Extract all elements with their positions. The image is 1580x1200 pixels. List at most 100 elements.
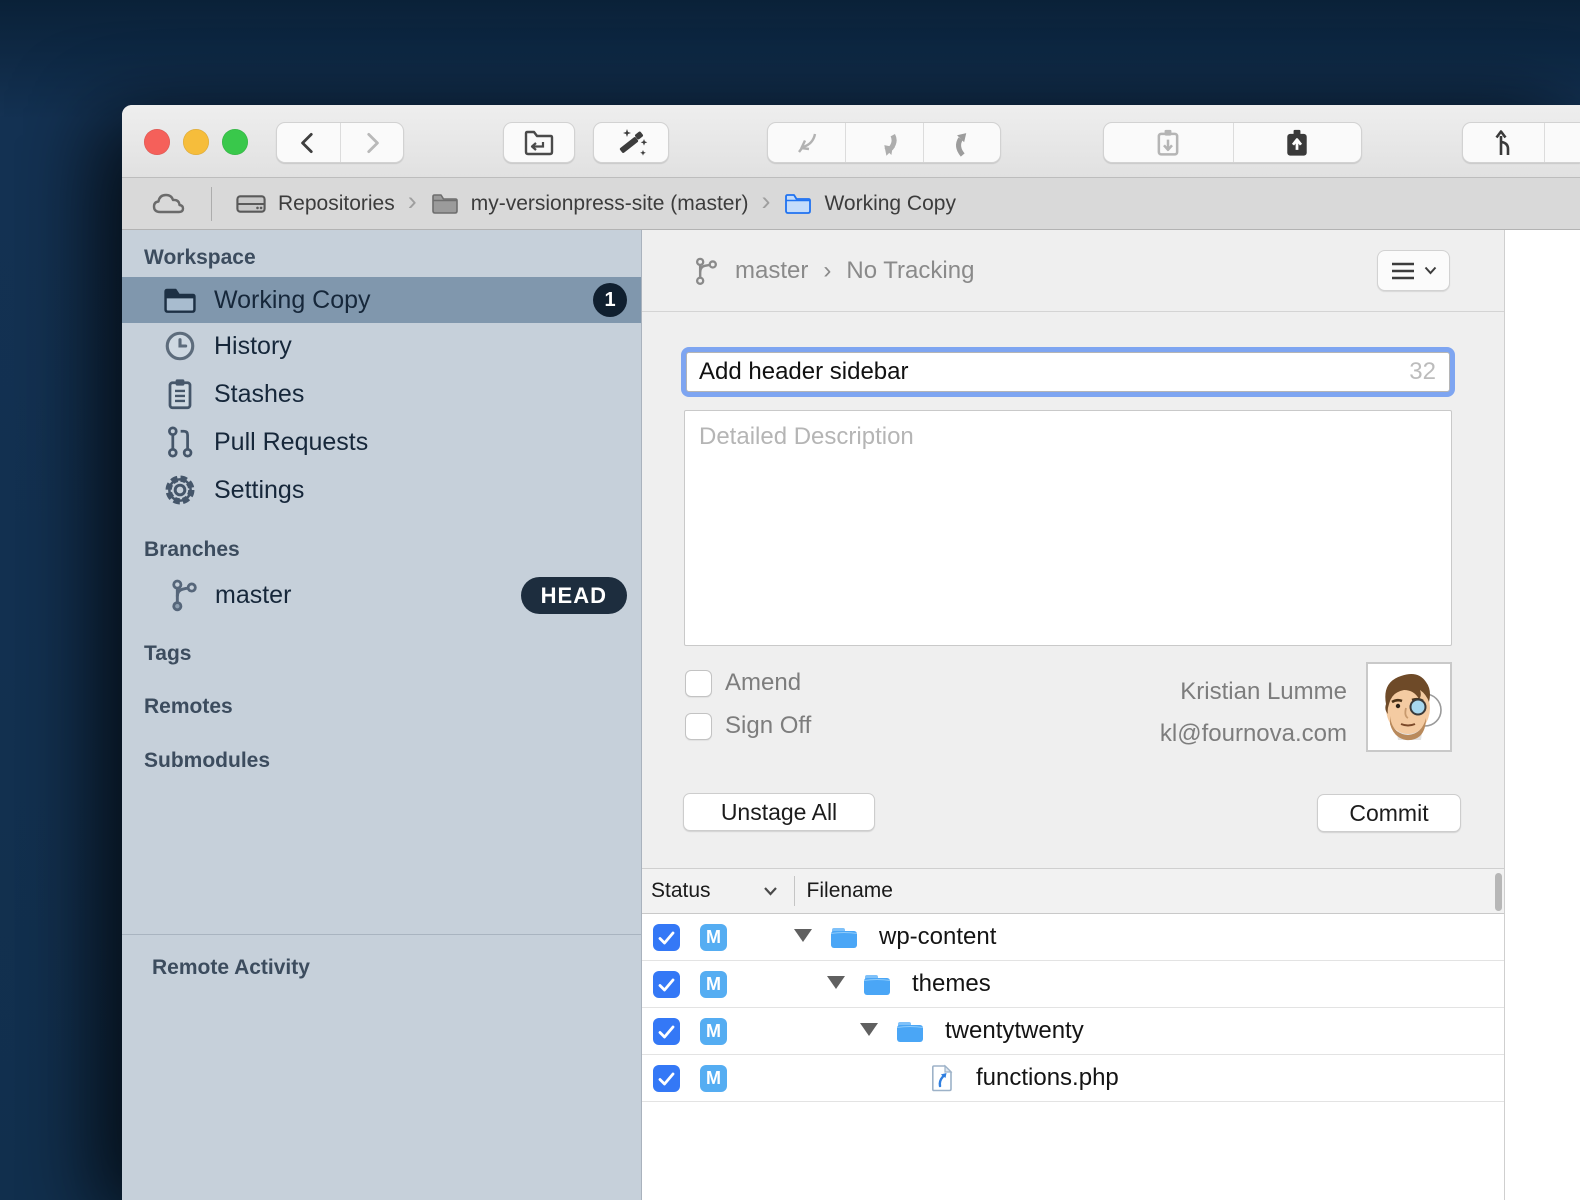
sidebar-section-tags[interactable]: Tags xyxy=(144,642,191,666)
column-divider[interactable] xyxy=(794,876,795,906)
file-list-header: Status Filename xyxy=(642,868,1504,914)
stage-checkbox[interactable] xyxy=(653,971,680,998)
sidebar-item-label: History xyxy=(214,332,292,361)
view-options-button[interactable] xyxy=(1377,250,1450,291)
sidebar-section-workspace: Workspace xyxy=(144,246,256,270)
disclosure-triangle[interactable] xyxy=(827,976,845,989)
sidebar-item-label: Pull Requests xyxy=(214,428,368,457)
clipboard-icon xyxy=(162,376,198,412)
author-info: Kristian Lumme kl@fournova.com xyxy=(1160,671,1347,755)
pull-button[interactable] xyxy=(845,123,922,162)
open-working-copy-button[interactable] xyxy=(504,123,574,162)
sidebar: Workspace Working Copy 1 xyxy=(122,230,642,1200)
blue-folder-icon xyxy=(828,924,860,956)
sidebar-item-settings[interactable]: Settings xyxy=(122,467,641,513)
column-header-filename[interactable]: Filename xyxy=(807,879,893,903)
merge-icon xyxy=(1489,127,1519,159)
drive-icon xyxy=(235,191,267,217)
amend-option: Amend xyxy=(685,669,801,697)
author-avatar xyxy=(1366,662,1452,752)
sidebar-item-branch-master[interactable]: master HEAD xyxy=(122,572,641,618)
file-row[interactable]: M functions.php xyxy=(642,1055,1504,1102)
cloud-icon[interactable] xyxy=(150,190,188,218)
commit-button[interactable]: Commit xyxy=(1317,794,1461,832)
stash-button[interactable] xyxy=(1104,123,1233,162)
breadcrumb-item-working-copy[interactable]: Working Copy xyxy=(783,191,956,216)
branch-name-label: master xyxy=(215,581,291,610)
sidebar-section-submodules[interactable]: Submodules xyxy=(144,749,270,773)
stash-apply-icon xyxy=(1282,127,1312,159)
folder-return-icon xyxy=(522,128,556,158)
file-row[interactable]: M wp-content xyxy=(642,914,1504,961)
sign-off-label: Sign Off xyxy=(725,712,811,740)
stage-checkbox[interactable] xyxy=(653,1018,680,1045)
zoom-window-button[interactable] xyxy=(222,129,248,155)
sidebar-section-remotes[interactable]: Remotes xyxy=(144,695,233,719)
author-email: kl@fournova.com xyxy=(1160,713,1347,755)
file-row[interactable]: M themes xyxy=(642,961,1504,1008)
check-icon xyxy=(658,1072,675,1086)
sidebar-item-pull-requests[interactable]: Pull Requests xyxy=(122,419,641,465)
sidebar-item-label: Working Copy xyxy=(214,286,371,315)
branch-icon xyxy=(166,577,202,613)
commit-subject-input[interactable] xyxy=(687,358,1449,386)
breadcrumb-item-repository[interactable]: my-versionpress-site (master) xyxy=(430,191,749,216)
modified-status-badge: M xyxy=(700,1018,727,1045)
quick-actions-button[interactable] xyxy=(594,123,668,162)
breadcrumb-divider xyxy=(211,187,212,221)
check-icon xyxy=(658,931,675,945)
unstage-all-button[interactable]: Unstage All xyxy=(683,793,875,831)
hamburger-icon xyxy=(1390,261,1416,281)
push-button[interactable] xyxy=(923,123,1000,162)
breadcrumb-label: Working Copy xyxy=(824,192,956,216)
sidebar-item-stashes[interactable]: Stashes xyxy=(122,371,641,417)
file-name: themes xyxy=(912,970,991,998)
sidebar-item-working-copy[interactable]: Working Copy 1 xyxy=(122,277,641,323)
status-filter-chevron[interactable] xyxy=(763,886,778,896)
disclosure-triangle[interactable] xyxy=(860,1023,878,1036)
fetch-button[interactable] xyxy=(768,123,845,162)
current-branch-label[interactable]: master xyxy=(735,257,808,285)
column-header-status[interactable]: Status xyxy=(651,879,711,903)
sidebar-item-label: Settings xyxy=(214,476,304,505)
close-window-button[interactable] xyxy=(144,129,170,155)
sidebar-section-branches: Branches xyxy=(144,538,240,562)
sidebar-item-history[interactable]: History xyxy=(122,323,641,369)
clock-icon xyxy=(162,328,198,364)
vertical-scrollbar-thumb[interactable] xyxy=(1495,873,1502,911)
commit-subject-focus-ring: 32 xyxy=(681,347,1455,397)
breadcrumb-separator: › xyxy=(761,188,770,215)
tracking-status-label[interactable]: No Tracking xyxy=(846,257,974,285)
breadcrumb-label: my-versionpress-site (master) xyxy=(471,192,749,216)
stash-button-group xyxy=(1103,122,1362,163)
modified-status-badge: M xyxy=(700,924,727,951)
stash-save-icon xyxy=(1153,127,1183,159)
commit-description-textarea[interactable] xyxy=(684,410,1452,646)
minimize-window-button[interactable] xyxy=(183,129,209,155)
modified-status-badge: M xyxy=(700,971,727,998)
unstage-all-label: Unstage All xyxy=(721,799,837,826)
more-toolbar-button[interactable] xyxy=(1544,123,1580,162)
back-button[interactable] xyxy=(277,123,340,162)
disclosure-triangle[interactable] xyxy=(794,929,812,942)
breadcrumb-item-repositories[interactable]: Repositories xyxy=(235,191,395,217)
detail-pane xyxy=(1505,230,1580,1200)
forward-button[interactable] xyxy=(340,123,403,162)
avatar-illustration xyxy=(1368,664,1450,750)
amend-checkbox[interactable] xyxy=(685,670,712,697)
merge-button[interactable] xyxy=(1463,123,1544,162)
blue-folder-icon xyxy=(861,971,893,1003)
stash-apply-button[interactable] xyxy=(1233,123,1362,162)
merge-button-group xyxy=(1462,122,1580,163)
working-copy-count-badge: 1 xyxy=(593,283,627,317)
blue-folder-icon xyxy=(894,1018,926,1050)
file-row[interactable]: M twentytwenty xyxy=(642,1008,1504,1055)
staged-files-list: Status Filename M xyxy=(642,868,1504,1200)
php-file-icon xyxy=(930,1063,954,1098)
check-icon xyxy=(658,978,675,992)
stage-checkbox[interactable] xyxy=(653,924,680,951)
pull-arrow-icon xyxy=(870,128,900,158)
sign-off-checkbox[interactable] xyxy=(685,713,712,740)
folder-icon xyxy=(430,191,460,216)
stage-checkbox[interactable] xyxy=(653,1065,680,1092)
